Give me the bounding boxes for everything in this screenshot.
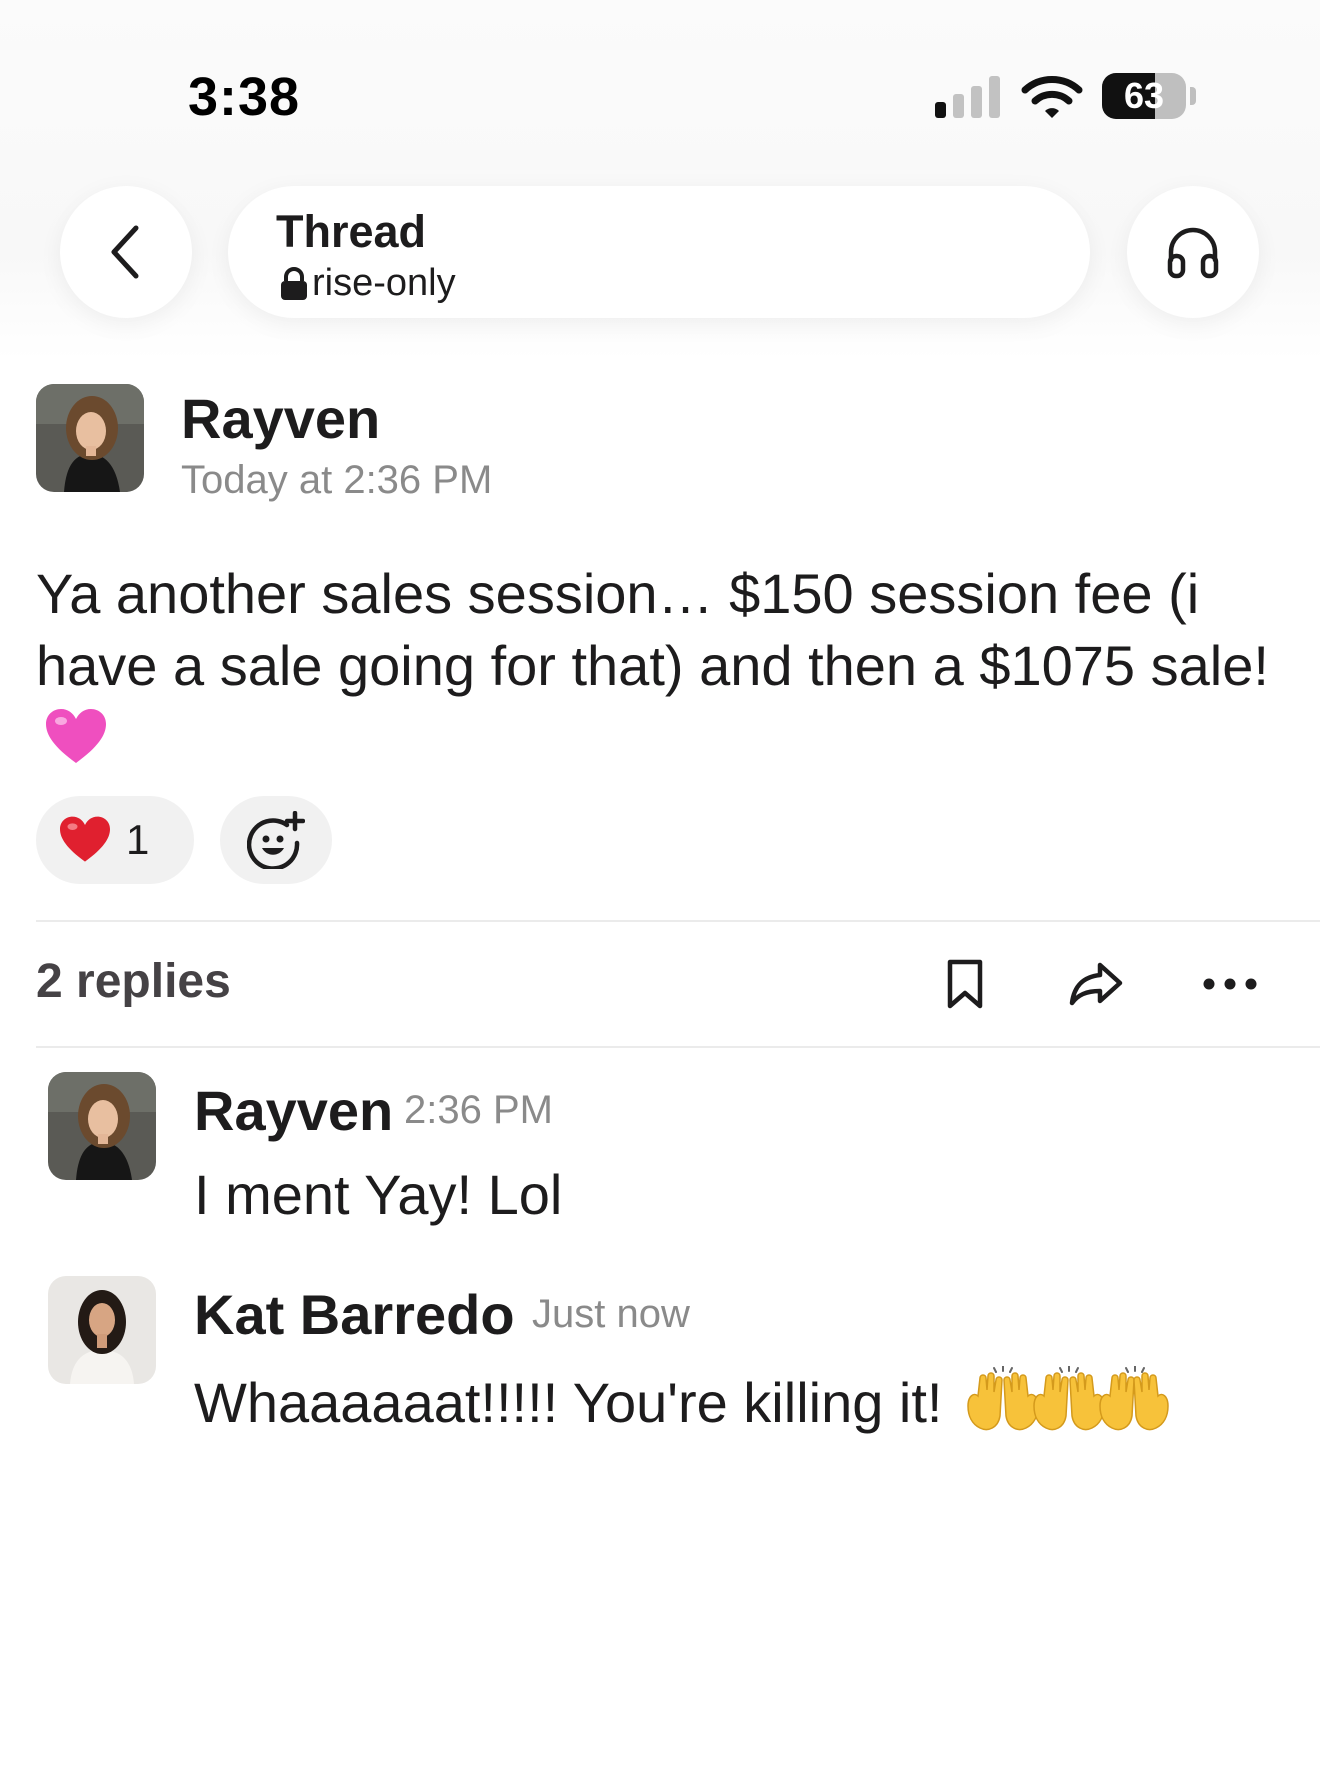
avatar-image <box>48 1276 156 1384</box>
avatar[interactable] <box>36 384 144 492</box>
share-button[interactable] <box>1066 954 1126 1014</box>
add-reaction-button[interactable] <box>220 796 332 884</box>
message-text: Ya another sales session… $150 session f… <box>36 562 1269 697</box>
reply-text: Whaaaaaat!!!!! You're killing it! <box>194 1371 943 1434</box>
bookmark-icon <box>947 959 983 1009</box>
thread-screen: 3:38 63 Thread rise-only Rayven Today at… <box>0 0 1320 1769</box>
message-author[interactable]: Rayven <box>181 386 380 451</box>
avatar[interactable] <box>48 1276 156 1384</box>
headphones-icon <box>1167 227 1219 279</box>
replies-count: 2 replies <box>36 955 231 1008</box>
divider <box>36 1046 1320 1048</box>
more-button[interactable] <box>1198 964 1262 1004</box>
reply-author[interactable]: Rayven <box>194 1078 393 1143</box>
reaction-heart-button[interactable]: 1 <box>36 796 194 884</box>
reply-timestamp: 2:36 PM <box>404 1088 553 1132</box>
battery-level: 63 <box>1123 75 1165 116</box>
message-body: Ya another sales session… $150 session f… <box>36 558 1276 774</box>
wifi-icon <box>1021 76 1083 118</box>
back-button[interactable] <box>60 186 192 318</box>
avatar-image <box>36 384 144 492</box>
add-reaction-icon <box>247 811 305 869</box>
cellular-signal-icon <box>935 76 1001 118</box>
reply-text-row: Whaaaaaat!!!!! You're killing it! <box>194 1366 1170 1435</box>
divider <box>36 920 1320 922</box>
header-area: 3:38 63 Thread rise-only <box>0 0 1320 360</box>
status-time: 3:38 <box>188 67 301 127</box>
reply-timestamp: Just now <box>532 1292 690 1336</box>
huddle-button[interactable] <box>1127 186 1259 318</box>
avatar[interactable] <box>48 1072 156 1180</box>
message-timestamp: Today at 2:36 PM <box>181 458 493 502</box>
reply-author[interactable]: Kat Barredo <box>194 1282 515 1347</box>
more-horizontal-icon <box>1203 978 1257 990</box>
raising-hands-icon <box>967 1366 1169 1431</box>
battery-icon: 63 <box>1102 73 1186 119</box>
reply-text: I ment Yay! Lol <box>194 1163 563 1226</box>
pink-heart-icon <box>46 709 106 763</box>
channel-label: rise-only <box>280 262 456 305</box>
avatar-image <box>48 1072 156 1180</box>
lock-icon <box>281 266 307 300</box>
save-button[interactable] <box>940 954 990 1014</box>
chevron-left-icon <box>111 225 139 279</box>
red-heart-icon <box>60 816 110 862</box>
battery-nub <box>1190 87 1196 105</box>
share-arrow-icon <box>1069 962 1123 1006</box>
channel-name: rise-only <box>312 262 456 304</box>
page-title: Thread <box>276 206 427 257</box>
thread-title-pill[interactable]: Thread rise-only <box>228 186 1090 318</box>
reaction-count: 1 <box>126 816 150 863</box>
